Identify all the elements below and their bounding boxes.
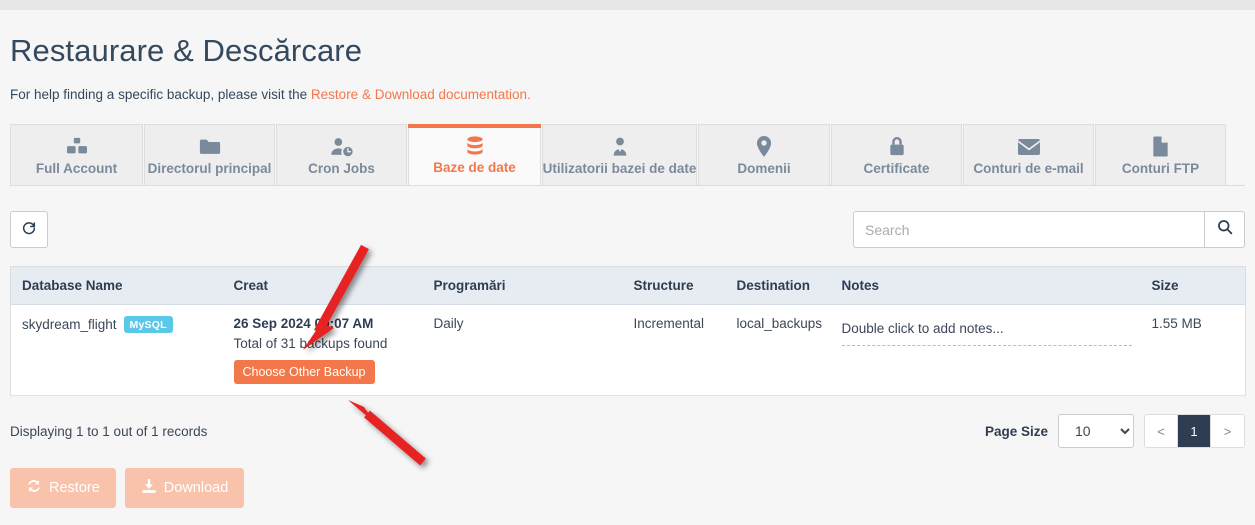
action-buttons: Restore Download [10,468,1245,509]
restore-button-label: Restore [49,480,100,497]
tab-full-account[interactable]: Full Account [10,124,143,186]
database-name-text: skydream_flight [22,317,117,333]
pagination-next[interactable]: > [1211,415,1244,448]
tab-domenii[interactable]: Domenii [698,124,830,186]
table-body: skydream_flight MySQL 26 Sep 2024 09:07 A… [10,304,1246,396]
tab-label: Conturi FTP [1121,160,1200,176]
tab-label: Domenii [737,160,791,176]
column-header-notes[interactable]: Notes [830,266,1141,306]
column-header-programari[interactable]: Programări [422,266,623,306]
download-icon [141,478,157,498]
sync-icon [26,478,42,498]
documentation-link[interactable]: Restore & Download documentation. [311,87,531,102]
notes-placeholder-text[interactable]: Double click to add notes... [841,321,1132,347]
top-bar [0,0,1255,10]
tab-label: Full Account [35,160,118,176]
search-icon [1217,219,1233,240]
backup-total-text: Total of 31 backups found [233,336,388,352]
table-header-row: Database Name Creat Programări Structure… [10,266,1246,306]
tab-conturi-de-email[interactable]: Conturi de e-mail [963,124,1094,186]
tab-bar: Full Account Directorul principal Cron J… [10,124,1245,187]
refresh-button[interactable] [10,211,48,249]
column-header-creat[interactable]: Creat [222,266,423,306]
table-footer: Displaying 1 to 1 out of 1 records Page … [10,414,1245,449]
records-count: Displaying 1 to 1 out of 1 records [10,423,208,439]
page-size-label: Page Size [984,423,1048,439]
restore-button[interactable]: Restore [10,468,116,509]
table-row[interactable]: skydream_flight MySQL 26 Sep 2024 09:07 A… [10,304,1246,396]
tab-certificate[interactable]: Certificate [831,124,962,186]
database-icon [465,135,485,157]
download-button-label: Download [163,480,229,497]
tab-label: Cron Jobs [308,160,375,176]
file-icon [1152,136,1169,158]
cell-size: 1.55 MB [1140,304,1246,396]
pagination-area: Page Size 10 < 1 > [984,414,1245,449]
boxes-icon [66,136,88,158]
search-button[interactable] [1204,211,1245,249]
engine-badge: MySQL [123,316,173,334]
folder-icon [199,136,221,158]
cell-programari: Daily [422,304,623,396]
choose-other-backup-button[interactable]: Choose Other Backup [233,360,375,385]
pagination: < 1 > [1144,414,1245,449]
search-box [853,211,1245,249]
tab-label: Baze de date [433,160,516,176]
column-header-structure[interactable]: Structure [622,266,726,306]
lock-icon [888,136,906,158]
table-toolbar [10,211,1245,249]
table-header: Database Name Creat Programări Structure… [10,266,1246,306]
user-clock-icon [330,136,354,158]
page-size-select[interactable]: 10 [1058,414,1134,449]
column-header-destination[interactable]: Destination [725,266,831,306]
download-button[interactable]: Download [124,468,245,509]
pagination-page-1[interactable]: 1 [1178,415,1211,448]
user-tie-icon [610,136,630,158]
cell-structure: Incremental [622,304,726,396]
cell-creat: 26 Sep 2024 09:07 AM Total of 31 backups… [222,304,423,396]
backup-date: 26 Sep 2024 09:07 AM [233,316,374,332]
column-header-database-name[interactable]: Database Name [10,266,223,306]
cell-notes[interactable]: Double click to add notes... [830,304,1141,396]
envelope-icon [1017,136,1041,158]
column-header-size[interactable]: Size [1140,266,1246,306]
refresh-icon [21,219,37,240]
search-input[interactable] [853,211,1204,249]
cell-destination: local_backups [725,304,831,396]
tab-baze-de-date[interactable]: Baze de date [408,124,541,186]
page-title: Restaurare & Descărcare [10,33,363,68]
tab-cron-jobs[interactable]: Cron Jobs [276,124,407,186]
tab-label: Utilizatorii bazei de date [542,160,697,176]
cell-database-name: skydream_flight MySQL [10,304,223,396]
page-subtitle: For help finding a specific backup, plea… [10,87,1245,102]
backups-table: Database Name Creat Programări Structure… [10,266,1246,397]
tab-label: Certificate [863,160,930,176]
tab-conturi-ftp[interactable]: Conturi FTP [1095,124,1226,186]
tab-label: Directorul principal [147,160,272,176]
subtitle-text: For help finding a specific backup, plea… [10,87,311,103]
map-marker-icon [756,136,772,158]
page-container: Restaurare & Descărcare For help finding… [0,32,1255,509]
tab-utilizatorii-bazei-de-date[interactable]: Utilizatorii bazei de date [542,124,697,186]
tab-label: Conturi de e-mail [973,160,1084,176]
tab-directorul-principal[interactable]: Directorul principal [144,124,275,186]
pagination-prev[interactable]: < [1145,415,1178,448]
